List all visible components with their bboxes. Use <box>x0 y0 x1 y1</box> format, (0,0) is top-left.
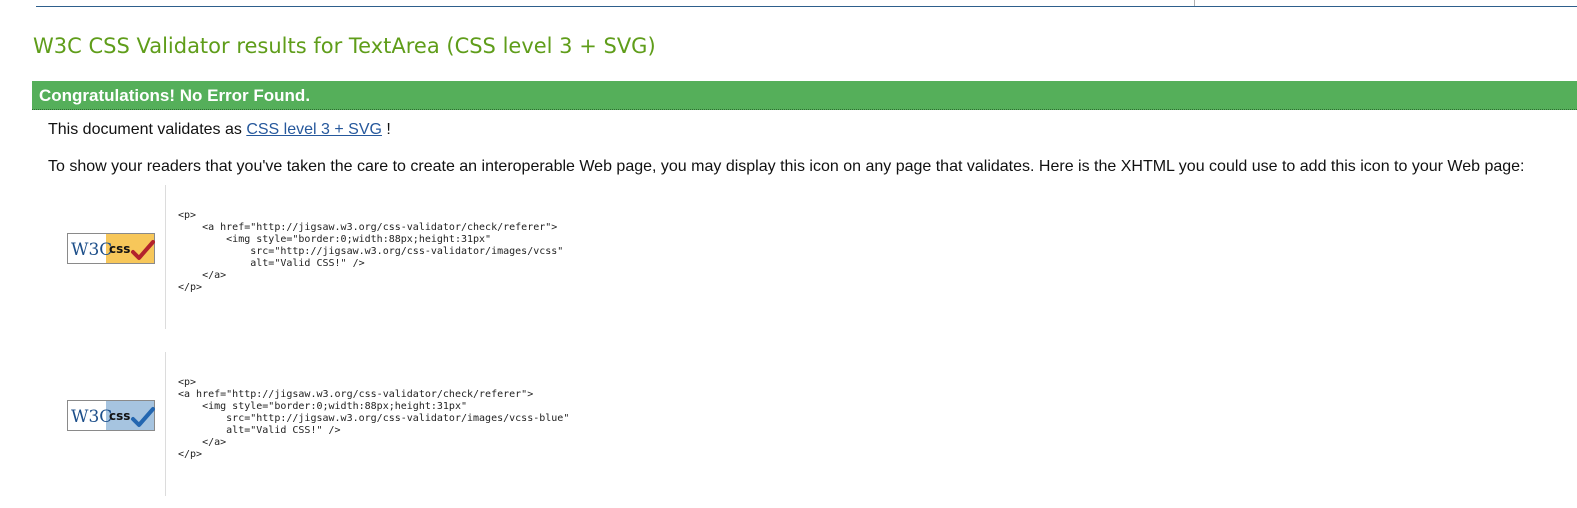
css-logo-text: css <box>109 409 130 423</box>
css-logo-text: css <box>109 242 130 256</box>
top-divider-tick <box>1194 0 1195 6</box>
w3c-logo-text: W3C <box>71 240 112 260</box>
profile-link[interactable]: CSS level 3 + SVG <box>246 121 382 138</box>
badge-snippet-blue: W3C css <p> <a href="http://jigsaw.w3.or… <box>48 352 648 496</box>
badge-instructions: To show your readers that you've taken t… <box>48 158 1525 175</box>
valid-css-badge-blue-icon[interactable]: W3C css <box>67 400 155 431</box>
success-banner-text: Congratulations! No Error Found. <box>39 86 311 105</box>
validation-suffix: ! <box>386 121 391 138</box>
snippet-divider <box>165 185 166 329</box>
badge-code-snippet: <p> <a href="http://jigsaw.w3.org/css-va… <box>178 377 570 460</box>
validation-statement: This document validates as CSS level 3 +… <box>48 121 391 139</box>
badge-snippet-gold: W3C css <p> <a href="http://jigsaw.w3.or… <box>48 185 648 329</box>
page-title: W3C CSS Validator results for TextArea (… <box>33 34 656 58</box>
badge-code-snippet: <p> <a href="http://jigsaw.w3.org/css-va… <box>178 210 564 293</box>
w3c-logo-text: W3C <box>71 407 112 427</box>
snippet-divider <box>165 352 166 496</box>
badge-icon-cell: W3C css <box>48 185 165 329</box>
badge-icon-cell: W3C css <box>48 352 165 496</box>
validation-prefix: This document validates as <box>48 121 242 138</box>
success-banner: Congratulations! No Error Found. <box>32 81 1577 110</box>
top-divider <box>36 6 1577 7</box>
valid-css-badge-gold-icon[interactable]: W3C css <box>67 233 155 264</box>
